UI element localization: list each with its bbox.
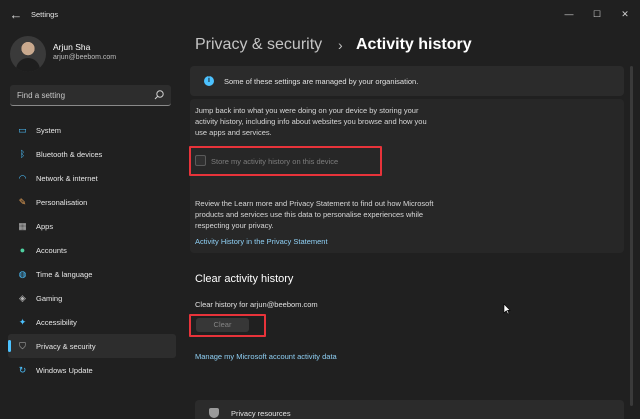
description-line: use apps and services.: [195, 128, 272, 137]
page-title: Activity history: [356, 36, 472, 53]
user-email: arjun@beebom.com: [53, 54, 117, 61]
review-line: respecting your privacy.: [195, 221, 274, 230]
scrollbar[interactable]: [630, 66, 633, 406]
review-line: Review the Learn more and Privacy Statem…: [195, 199, 434, 208]
user-profile[interactable]: Arjun Sha arjun@beebom.com: [10, 36, 180, 72]
search-icon[interactable]: [153, 89, 165, 101]
description-line: Jump back into what you were doing on yo…: [195, 106, 419, 115]
info-banner: i Some of these settings are managed by …: [190, 66, 624, 96]
gamepad-icon: ◈: [19, 293, 26, 303]
bluetooth-icon: ᛒ: [19, 149, 26, 159]
close-icon[interactable]: ✕: [616, 5, 634, 23]
highlight-box-clear: [189, 314, 266, 337]
sidebar-item-label: Apps: [36, 222, 54, 231]
user-name: Arjun Sha: [53, 42, 91, 52]
manage-activity-link[interactable]: Manage my Microsoft account activity dat…: [195, 352, 337, 361]
sidebar-item-label: Gaming: [36, 294, 63, 303]
sidebar-item-label: System: [36, 126, 62, 135]
sidebar-item-privacy-security[interactable]: ⛉ Privacy & security: [8, 334, 176, 358]
sidebar-item-label: Windows Update: [36, 366, 93, 375]
monitor-icon: ▭: [18, 125, 27, 135]
person-icon: ●: [19, 245, 26, 255]
minimize-icon[interactable]: —: [560, 5, 578, 23]
wifi-icon: ◠: [18, 173, 27, 183]
update-icon: ↻: [18, 365, 27, 375]
breadcrumb-parent[interactable]: Privacy & security: [195, 36, 322, 54]
sidebar-item-label: Accessibility: [36, 318, 77, 327]
clear-history-for-label: Clear history for arjun@beebom.com: [195, 300, 318, 309]
activity-description: Jump back into what you were doing on yo…: [195, 105, 475, 138]
clear-history-title: Clear activity history: [195, 273, 294, 285]
review-line: products and services use this data to p…: [195, 210, 424, 219]
sidebar-item-system[interactable]: ▭ System: [8, 118, 176, 142]
back-arrow-icon[interactable]: ←: [7, 6, 25, 24]
chevron-right-icon: ›: [338, 37, 343, 53]
avatar: [10, 36, 46, 72]
sidebar-item-time-language[interactable]: ◍ Time & language: [8, 262, 176, 286]
privacy-resources-label: Privacy resources: [231, 409, 291, 418]
sidebar-item-label: Privacy & security: [36, 342, 96, 351]
search-placeholder: Find a setting: [17, 91, 66, 100]
sidebar-item-label: Time & language: [36, 270, 93, 279]
sidebar-item-accounts[interactable]: ● Accounts: [8, 238, 176, 262]
brush-icon: ✎: [18, 197, 27, 207]
info-icon: i: [204, 76, 214, 86]
sidebar-nav: ▭ System ᛒ Bluetooth & devices ◠ Network…: [8, 118, 176, 382]
title-bar: ← Settings — ☐ ✕: [0, 0, 640, 30]
activity-panel: Jump back into what you were doing on yo…: [190, 99, 624, 253]
search-input[interactable]: Find a setting: [10, 85, 171, 106]
description-line: activity history, including info about w…: [195, 117, 427, 126]
sidebar-item-windows-update[interactable]: ↻ Windows Update: [8, 358, 176, 382]
highlight-box-checkbox: [189, 146, 382, 176]
sidebar-item-personalisation[interactable]: ✎ Personalisation: [8, 190, 176, 214]
maximize-icon[interactable]: ☐: [588, 5, 606, 23]
accessibility-icon: ✦: [18, 317, 27, 327]
sidebar-item-accessibility[interactable]: ✦ Accessibility: [8, 310, 176, 334]
privacy-statement-link[interactable]: Activity History in the Privacy Statemen…: [195, 237, 328, 246]
sidebar-item-label: Network & internet: [36, 174, 98, 183]
shield-icon: [209, 408, 219, 418]
mouse-cursor-icon: [503, 303, 511, 315]
sidebar-item-gaming[interactable]: ◈ Gaming: [8, 286, 176, 310]
sidebar-item-apps[interactable]: ▦ Apps: [8, 214, 176, 238]
main-content: i Some of these settings are managed by …: [190, 66, 624, 419]
shield-icon: ⛉: [19, 341, 26, 351]
info-banner-text: Some of these settings are managed by yo…: [224, 77, 419, 86]
sidebar-item-bluetooth[interactable]: ᛒ Bluetooth & devices: [8, 142, 176, 166]
sidebar-item-label: Bluetooth & devices: [36, 150, 103, 159]
apps-icon: ▦: [18, 221, 27, 231]
app-title: Settings: [31, 10, 59, 19]
globe-clock-icon: ◍: [18, 269, 27, 279]
sidebar-item-label: Accounts: [36, 246, 67, 255]
sidebar-item-network[interactable]: ◠ Network & internet: [8, 166, 176, 190]
privacy-review-text: Review the Learn more and Privacy Statem…: [195, 198, 475, 231]
sidebar-item-label: Personalisation: [36, 198, 88, 207]
privacy-resources-card[interactable]: Privacy resources: [195, 400, 624, 419]
